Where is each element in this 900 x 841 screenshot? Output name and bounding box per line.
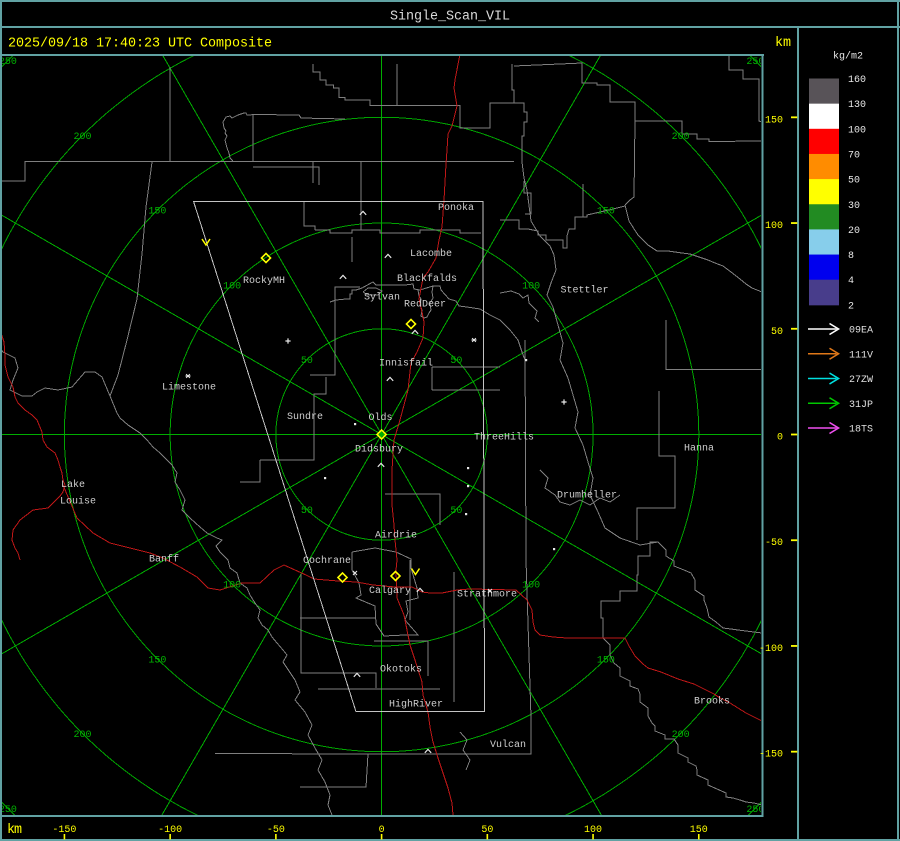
svg-text:111V: 111V (849, 350, 873, 361)
svg-text:30: 30 (848, 201, 860, 212)
svg-text:50: 50 (301, 506, 313, 517)
svg-text:km: km (775, 36, 791, 51)
svg-text:Lake: Lake (61, 479, 85, 491)
svg-text:Sundre: Sundre (287, 411, 323, 423)
svg-text:150: 150 (597, 207, 615, 218)
svg-text:-150: -150 (759, 750, 783, 761)
svg-text:RockyMH: RockyMH (243, 275, 285, 287)
svg-text:200: 200 (74, 132, 92, 143)
svg-text:200: 200 (74, 730, 92, 741)
svg-text:100: 100 (522, 281, 540, 292)
svg-text:Stettler: Stettler (561, 285, 609, 297)
svg-text:-100: -100 (759, 644, 783, 655)
svg-text:31JP: 31JP (849, 400, 873, 411)
svg-text:Lacombe: Lacombe (410, 248, 452, 260)
svg-text:Blackfalds: Blackfalds (397, 273, 457, 285)
svg-text:kg/m2: kg/m2 (833, 51, 863, 63)
svg-text:100: 100 (848, 125, 866, 136)
svg-text:0: 0 (777, 433, 783, 444)
svg-text:150: 150 (148, 655, 166, 666)
svg-text:4: 4 (848, 276, 854, 287)
svg-text:Vulcan: Vulcan (490, 739, 526, 751)
svg-text:Okotoks: Okotoks (380, 664, 422, 676)
svg-text:RedDeer: RedDeer (404, 299, 446, 311)
svg-text:50: 50 (771, 327, 783, 338)
svg-text:160: 160 (848, 75, 866, 86)
svg-text:8: 8 (848, 251, 854, 262)
svg-text:200: 200 (672, 730, 690, 741)
svg-text:50: 50 (450, 356, 462, 367)
svg-text:Limestone: Limestone (162, 382, 216, 394)
svg-text:-50: -50 (765, 538, 783, 549)
svg-text:Hanna: Hanna (684, 444, 714, 455)
svg-text:18TS: 18TS (849, 425, 873, 436)
svg-text:Olds: Olds (369, 412, 393, 424)
svg-text:100: 100 (223, 281, 241, 292)
svg-text:70: 70 (848, 150, 860, 161)
svg-text:27ZW: 27ZW (849, 375, 873, 386)
svg-text:150: 150 (148, 207, 166, 218)
svg-text:50: 50 (301, 356, 313, 367)
svg-text:Brooks: Brooks (694, 696, 730, 708)
svg-text:HighRiver: HighRiver (389, 699, 443, 711)
svg-text:2025/09/18 17:40:23 UTC Compos: 2025/09/18 17:40:23 UTC Composite (8, 37, 272, 52)
svg-text:50: 50 (848, 176, 860, 187)
svg-text:250: 250 (0, 805, 17, 816)
svg-text:200: 200 (672, 132, 690, 143)
svg-text:Didsbury: Didsbury (355, 444, 403, 456)
svg-text:150: 150 (597, 655, 615, 666)
svg-text:20: 20 (848, 226, 860, 237)
svg-text:100: 100 (765, 221, 783, 232)
svg-text:Airdrie: Airdrie (375, 530, 417, 542)
svg-text:09EA: 09EA (849, 326, 873, 337)
svg-text:130: 130 (848, 100, 866, 111)
svg-text:Strathmore: Strathmore (457, 589, 517, 601)
svg-text:ThreeHills: ThreeHills (474, 432, 534, 444)
svg-text:Ponoka: Ponoka (438, 202, 474, 214)
svg-text:Single_Scan_VIL: Single_Scan_VIL (390, 10, 510, 25)
svg-text:km: km (7, 823, 22, 838)
svg-text:150: 150 (765, 115, 783, 126)
svg-text:100: 100 (522, 581, 540, 592)
svg-text:Drumheller: Drumheller (557, 490, 617, 502)
svg-text:Innisfail: Innisfail (379, 358, 433, 370)
svg-text:Banff: Banff (149, 554, 179, 566)
svg-text:Cochrane: Cochrane (303, 555, 351, 567)
svg-text:Calgary: Calgary (369, 585, 411, 597)
svg-text:Louise: Louise (60, 496, 96, 508)
svg-text:100: 100 (223, 581, 241, 592)
svg-text:250: 250 (0, 57, 17, 68)
svg-text:Sylvan: Sylvan (364, 292, 400, 304)
svg-text:50: 50 (450, 506, 462, 517)
svg-text:2: 2 (848, 301, 854, 312)
